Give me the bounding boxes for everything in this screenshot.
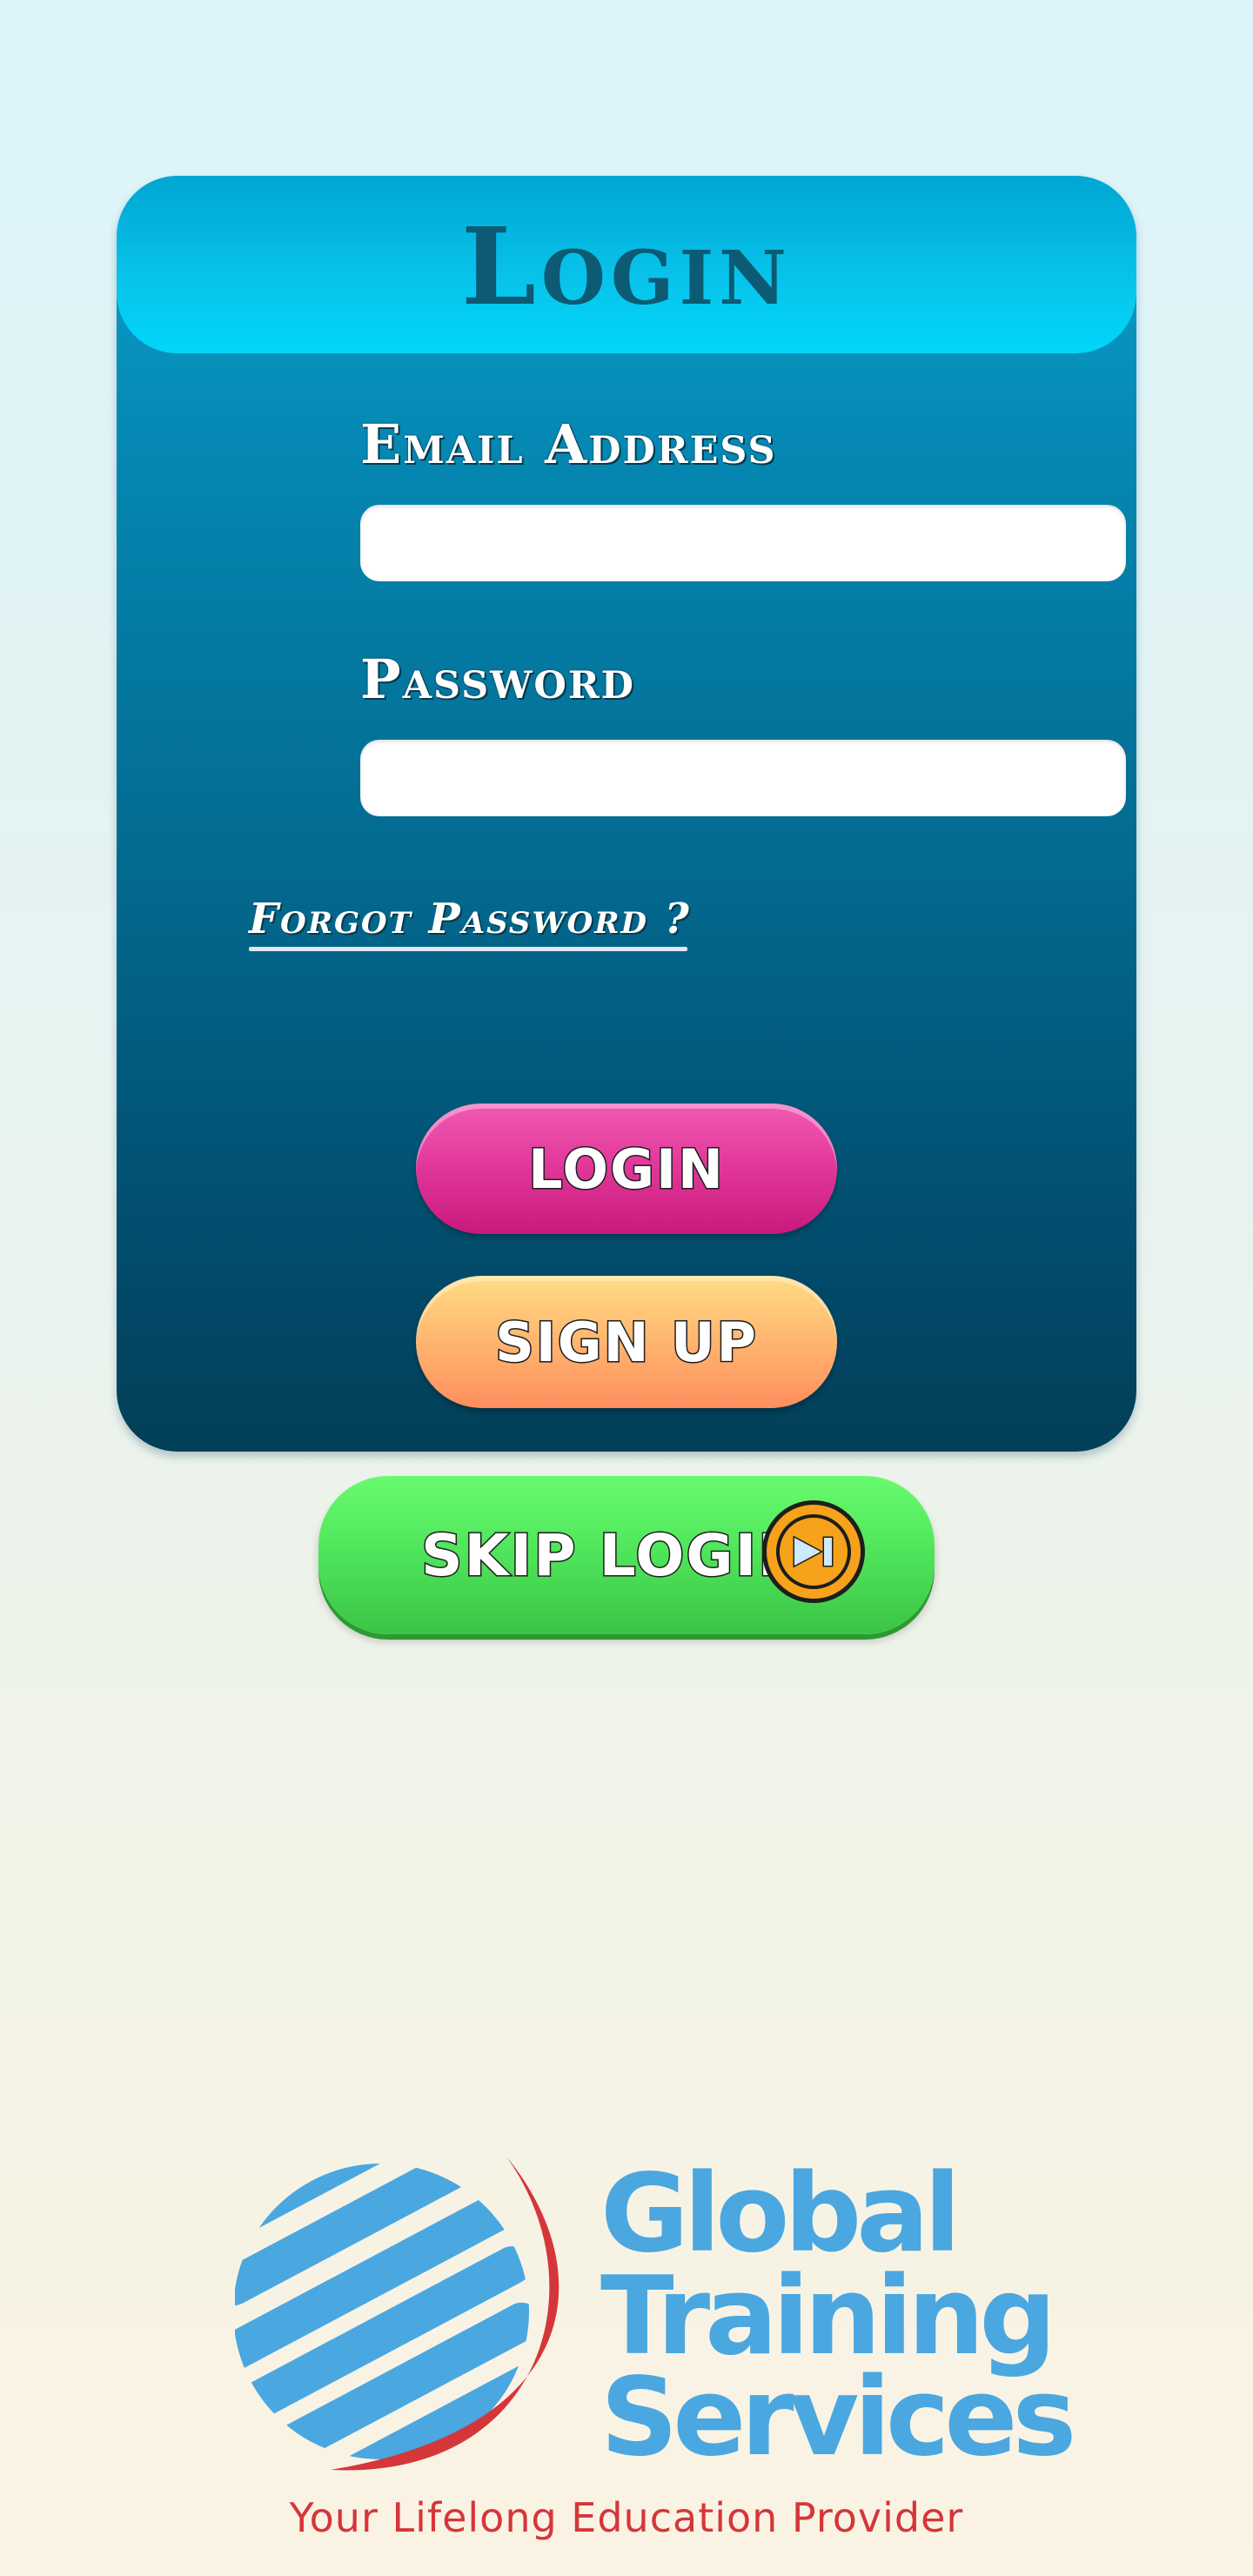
login-button[interactable]: LOGIN: [416, 1104, 837, 1234]
skip-login-button[interactable]: SKIP LOGIN: [318, 1476, 935, 1634]
login-card-header: Login: [117, 176, 1136, 353]
sign-up-button-label: SIGN UP: [494, 1309, 758, 1375]
password-label: Password: [360, 647, 635, 711]
skip-next-icon: [762, 1500, 865, 1603]
logo-line-services: Services: [600, 2355, 1076, 2480]
forgot-password-link[interactable]: Forgot Password ?: [249, 895, 691, 943]
global-training-services-logo: Global Training Services: [235, 2141, 1076, 2480]
logo-line-global: Global: [600, 2151, 961, 2277]
password-field[interactable]: [360, 740, 1126, 816]
sign-up-button[interactable]: SIGN UP: [416, 1276, 837, 1408]
skip-login-button-label: SKIP LOGIN: [419, 1520, 808, 1590]
globe-icon: [235, 2157, 559, 2471]
login-button-label: LOGIN: [527, 1136, 725, 1202]
forgot-password-underline: [249, 947, 687, 951]
email-field[interactable]: [360, 505, 1126, 581]
email-label: Email Address: [360, 413, 777, 476]
logo-tagline: Your Lifelong Education Provider: [289, 2494, 964, 2541]
login-card: Login Email Address Password Forgot Pass…: [117, 176, 1136, 1452]
login-title: Login: [461, 204, 792, 329]
